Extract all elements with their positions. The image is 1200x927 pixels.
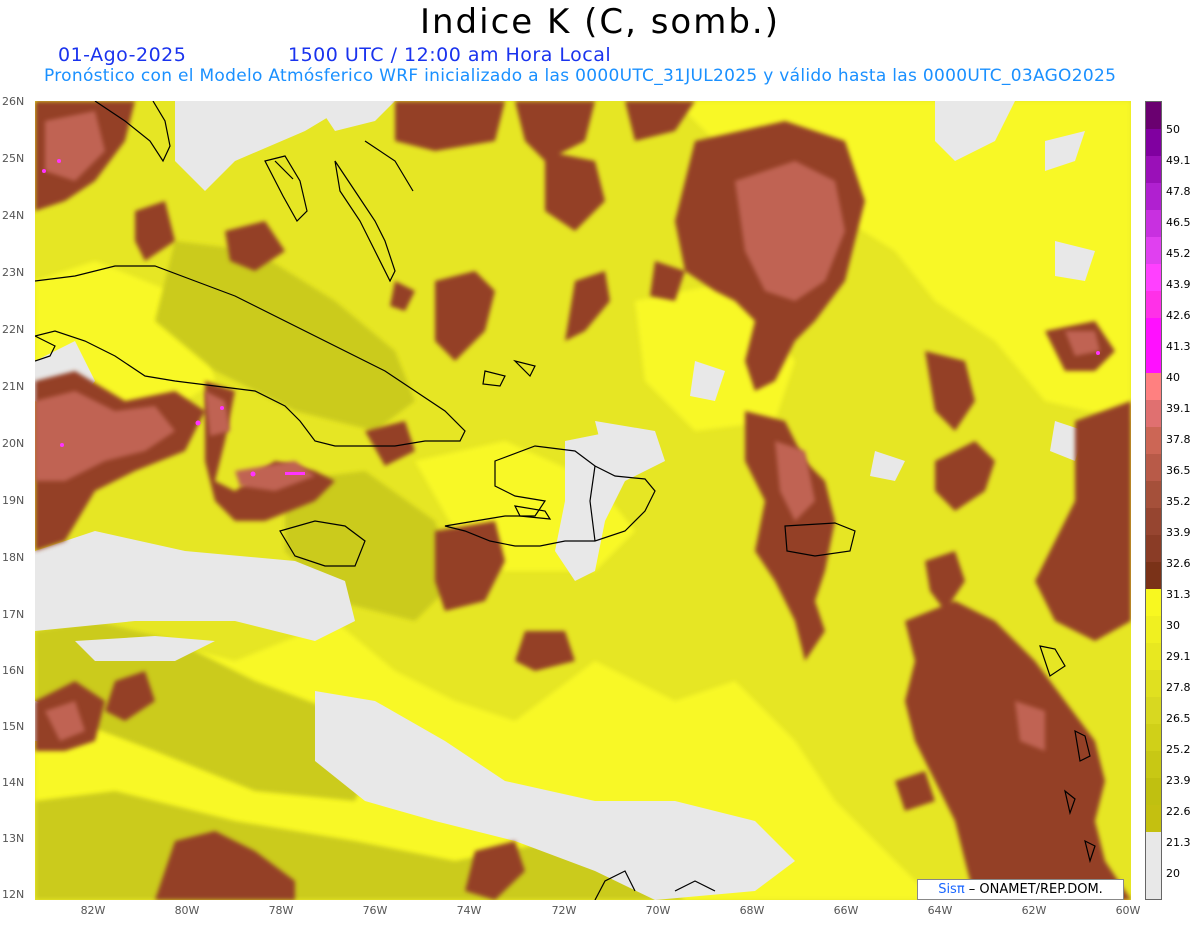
colorbar-label: 42.6 bbox=[1166, 309, 1191, 322]
lon-label: 74W bbox=[456, 904, 482, 917]
colorbar-label: 50 bbox=[1166, 123, 1180, 136]
lon-label: 68W bbox=[739, 904, 765, 917]
lat-label: 17N bbox=[2, 608, 25, 621]
colorbar bbox=[1145, 101, 1162, 900]
lat-label: 23N bbox=[2, 266, 25, 279]
credit-box: Sisπ – ONAMET/REP.DOM. bbox=[917, 879, 1124, 900]
map-title: Indice K (C, somb.) bbox=[419, 2, 781, 42]
lon-label: 76W bbox=[362, 904, 388, 917]
colorbar-label: 21.3 bbox=[1166, 836, 1191, 849]
lon-label: 80W bbox=[174, 904, 200, 917]
lon-label: 82W bbox=[80, 904, 106, 917]
lat-label: 20N bbox=[2, 437, 25, 450]
colorbar-swatches bbox=[1145, 101, 1162, 900]
forecast-time: 1500 UTC / 12:00 am Hora Local bbox=[288, 44, 612, 66]
lon-label: 60W bbox=[1115, 904, 1141, 917]
colorbar-label: 33.9 bbox=[1166, 526, 1191, 539]
colorbar-label: 43.9 bbox=[1166, 278, 1191, 291]
lat-label: 19N bbox=[2, 494, 25, 507]
lat-label: 18N bbox=[2, 551, 25, 564]
colorbar-label: 26.5 bbox=[1166, 712, 1191, 725]
colorbar-label: 46.5 bbox=[1166, 216, 1191, 229]
lat-label: 22N bbox=[2, 323, 25, 336]
colorbar-label: 45.2 bbox=[1166, 247, 1191, 260]
colorbar-label: 41.3 bbox=[1166, 340, 1191, 353]
colorbar-label: 27.8 bbox=[1166, 681, 1191, 694]
colorbar-label: 29.1 bbox=[1166, 650, 1191, 663]
lon-label: 64W bbox=[927, 904, 953, 917]
colorbar-label: 31.3 bbox=[1166, 588, 1191, 601]
colorbar-label: 35.2 bbox=[1166, 495, 1191, 508]
colorbar-label: 47.8 bbox=[1166, 185, 1191, 198]
credit-onamet: – ONAMET/REP.DOM. bbox=[964, 882, 1103, 897]
lat-label: 21N bbox=[2, 380, 25, 393]
lat-label: 12N bbox=[2, 888, 25, 901]
colorbar-label: 22.6 bbox=[1166, 805, 1191, 818]
colorbar-label: 36.5 bbox=[1166, 464, 1191, 477]
lon-label: 62W bbox=[1021, 904, 1047, 917]
forecast-date: 01-Ago-2025 bbox=[58, 44, 187, 66]
colorbar-label: 40 bbox=[1166, 371, 1180, 384]
colorbar-label: 25.2 bbox=[1166, 743, 1191, 756]
lon-label: 72W bbox=[551, 904, 577, 917]
lon-label: 78W bbox=[268, 904, 294, 917]
colorbar-label: 49.1 bbox=[1166, 154, 1191, 167]
colorbar-label: 20 bbox=[1166, 867, 1180, 880]
lat-label: 25N bbox=[2, 152, 25, 165]
lon-label: 66W bbox=[833, 904, 859, 917]
lat-label: 26N bbox=[2, 95, 25, 108]
lat-label: 14N bbox=[2, 776, 25, 789]
model-description: Pronóstico con el Modelo Atmósferico WRF… bbox=[44, 66, 1117, 86]
lat-label: 16N bbox=[2, 664, 25, 677]
colorbar-label: 39.1 bbox=[1166, 402, 1191, 415]
lon-label: 70W bbox=[645, 904, 671, 917]
credit-sis: Sisπ bbox=[938, 882, 965, 897]
k-index-map bbox=[35, 101, 1131, 900]
colorbar-label: 37.8 bbox=[1166, 433, 1191, 446]
lat-label: 15N bbox=[2, 720, 25, 733]
colorbar-label: 32.6 bbox=[1166, 557, 1191, 570]
lat-label: 24N bbox=[2, 209, 25, 222]
lat-label: 13N bbox=[2, 832, 25, 845]
colorbar-label: 30 bbox=[1166, 619, 1180, 632]
colorbar-label: 23.9 bbox=[1166, 774, 1191, 787]
